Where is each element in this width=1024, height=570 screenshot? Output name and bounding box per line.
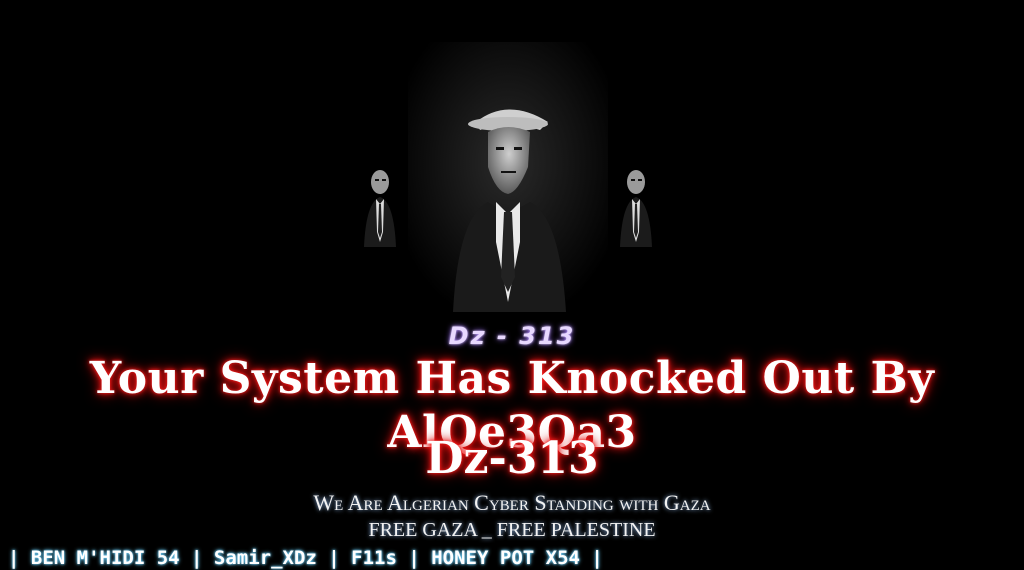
page-headline-team: Dz-313 xyxy=(425,433,599,484)
left-figure xyxy=(364,170,396,247)
hero-image xyxy=(358,42,658,312)
subtitle-statement: We Are Algerian Cyber Standing with Gaza xyxy=(313,490,711,515)
right-figure xyxy=(620,170,652,247)
subtitle-slogan: FREE GAZA _ FREE PALESTINE xyxy=(368,519,656,541)
team-logo-text: Dz - 313 xyxy=(448,322,576,350)
credits-bar: | BEN M'HIDI 54 | Samir_XDz | F11s | HON… xyxy=(8,547,603,569)
